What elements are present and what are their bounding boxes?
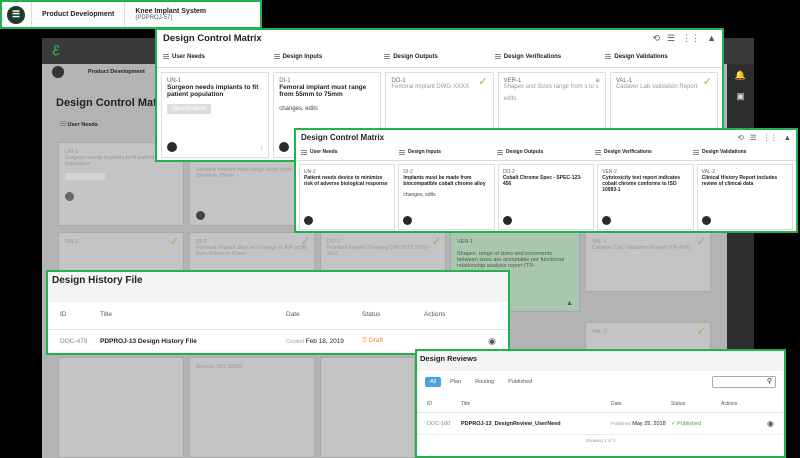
breadcrumb: ☰ Product Development Knee Implant Syste… — [0, 0, 262, 29]
dhf-header-row: ID Title Date Status Actions — [48, 302, 508, 330]
bg-breadcrumb: Product Development — [88, 69, 145, 75]
notification-bell-icon[interactable]: 🔔 — [727, 70, 754, 81]
avatar — [403, 216, 413, 225]
bg-card — [320, 357, 415, 458]
breadcrumb-project-label: Product Development — [42, 11, 115, 18]
warning-icon[interactable]: ▲ — [784, 133, 791, 142]
list-icon[interactable]: ☰ — [667, 33, 675, 44]
check-icon: ✓ — [702, 76, 713, 88]
specification-tag[interactable]: Specification — [167, 104, 212, 114]
history-icon[interactable]: ⟲ — [738, 133, 744, 142]
avatar — [701, 216, 711, 225]
avatar — [167, 142, 177, 152]
warning-icon: ▲ — [566, 300, 573, 307]
dcm2-col-design-outputs[interactable]: Design Outputs — [497, 144, 595, 160]
avatar — [304, 216, 313, 225]
inbox-icon[interactable]: ▣ — [727, 91, 754, 102]
attachment-icon[interactable]: ⌇ — [260, 145, 263, 152]
tab-plan[interactable]: Plan — [445, 377, 466, 387]
bg-card: VAL-1 Cadaver Lab Validation Report (TR-4… — [585, 232, 711, 292]
dcm1-title: Design Control Matrix — [163, 32, 262, 44]
dcm1-column-headers: User Needs Design Inputs Design Outputs … — [157, 46, 722, 68]
dcm2-card-do2[interactable]: DO-2 Cobalt Chrome Spec - SPEC-123-456 — [497, 164, 595, 230]
breadcrumb-item-id: (PDPROJ-57) — [135, 15, 173, 21]
dr-window: Design Reviews All Plan Routing Publishe… — [415, 349, 786, 458]
view-eye-icon[interactable]: ◉ — [488, 336, 496, 347]
dcm2-card-ver2[interactable]: VER-2 Cytotoxicity test report indicates… — [597, 164, 694, 230]
dcm2-card-un2[interactable]: UN-2 Patient needs device to minimize ri… — [299, 164, 396, 230]
lock-icon: 🔒︎ — [595, 75, 600, 84]
dcm2-column-headers: User Needs Design Inputs Design Outputs … — [296, 144, 796, 161]
breadcrumb-item[interactable]: Knee Implant System (PDPROJ-57) — [124, 2, 216, 27]
dcm2-col-design-validations[interactable]: Design Validations — [693, 144, 791, 160]
bg-card: Source: ISO 10993 — [189, 357, 315, 458]
bg-page-title: Design Control Matrix — [56, 97, 171, 109]
dcm2-card-di2[interactable]: DI-2 Implants must be made from biocompa… — [398, 164, 495, 230]
avatar — [502, 216, 512, 225]
dcm2-col-design-inputs[interactable]: Design Inputs — [399, 144, 497, 160]
list-icon[interactable]: ☰ — [750, 133, 757, 142]
dcm1-col-user-needs[interactable]: User Needs — [163, 46, 274, 67]
breadcrumb-item-label: Knee Implant System — [135, 8, 207, 15]
avatar — [602, 216, 612, 225]
dcm2-title: Design Control Matrix — [301, 132, 385, 142]
dr-header-row: ID Title Date Status Actions — [417, 393, 784, 413]
dcm1-card-un1[interactable]: UN-1 Surgeon needs implants to fit patie… — [161, 72, 270, 158]
logo-icon: ℰ — [52, 43, 60, 58]
dhf-window: Design History File ID Title Date Status… — [46, 270, 510, 355]
warning-icon[interactable]: ▲ — [707, 33, 716, 44]
search-icon[interactable]: ⚲ — [767, 377, 772, 385]
dr-pagination: Showing 1 of 1 — [585, 438, 616, 443]
dhf-title: Design History File — [48, 272, 508, 302]
bg-menu-icon — [52, 66, 64, 78]
menu-icon[interactable]: ☰ — [7, 5, 25, 24]
search-input[interactable]: ⚲ — [712, 376, 776, 388]
dcm1-col-design-validations[interactable]: Design Validations — [605, 46, 716, 67]
dcm1-col-design-verifications[interactable]: Design Verifications — [494, 46, 606, 67]
grid-icon[interactable]: ⋮⋮ — [682, 33, 700, 44]
bg-col-user-needs: User Needs — [60, 121, 98, 128]
tab-published[interactable]: Published — [503, 377, 537, 387]
dcm2-col-user-needs[interactable]: User Needs — [301, 144, 399, 160]
dcm1-col-design-outputs[interactable]: Design Outputs — [384, 46, 495, 67]
view-eye-icon[interactable]: ◉ — [767, 419, 774, 428]
breadcrumb-project[interactable]: Product Development — [31, 2, 124, 27]
avatar — [279, 142, 290, 152]
check-icon: ✓ — [478, 76, 488, 88]
bg-card — [58, 357, 184, 458]
tab-routing[interactable]: Routing — [470, 377, 499, 387]
status-badge: ✓ Published — [671, 420, 702, 427]
dr-title: Design Reviews — [417, 351, 784, 371]
dcm1-col-design-inputs[interactable]: Design Inputs — [273, 46, 385, 67]
dcm2-col-design-verifications[interactable]: Design Verifications — [595, 144, 693, 160]
dcm2-card-val2[interactable]: VAL-2 Clinical History Report includes r… — [696, 164, 794, 230]
tab-all[interactable]: All — [425, 377, 442, 387]
dcm-window-2: Design Control Matrix ⟲ ☰ ⋮⋮ ▲ User Need… — [294, 128, 798, 233]
status-badge: ⏱ Draft — [362, 337, 383, 344]
grid-icon[interactable]: ⋮⋮ — [763, 133, 778, 142]
dr-table-row[interactable]: DOC-160 PDPROJ-13_DesignReview_UserNeed … — [417, 413, 784, 435]
history-icon[interactable]: ⟲ — [652, 33, 660, 44]
